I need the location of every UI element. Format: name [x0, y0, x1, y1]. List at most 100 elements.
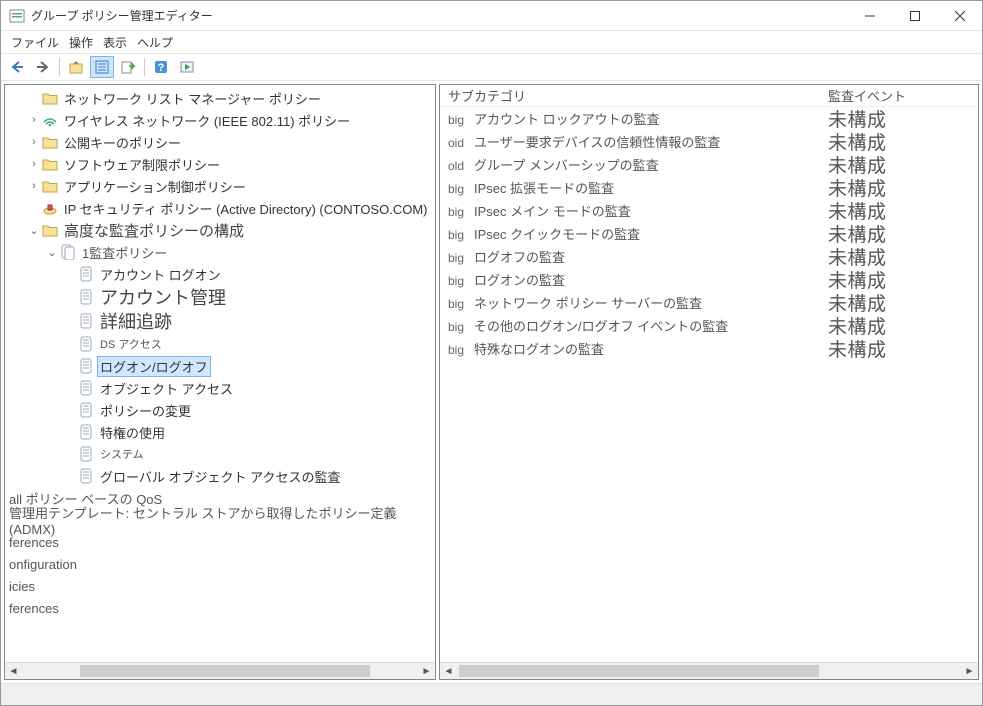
- tree-item[interactable]: › アプリケーション制御ポリシー: [5, 175, 435, 197]
- list-item[interactable]: oidユーザー要求デバイスの信頼性情報の監査未構成: [440, 130, 978, 153]
- tree-item-truncated[interactable]: ferences: [5, 597, 435, 619]
- tree-label[interactable]: 特権の使用: [97, 422, 168, 443]
- scroll-right-button[interactable]: ►: [961, 663, 978, 680]
- tree-item[interactable]: › ソフトウェア制限ポリシー: [5, 153, 435, 175]
- list-item[interactable]: bigログオフの監査未構成: [440, 245, 978, 268]
- list-item[interactable]: oldグループ メンバーシップの監査未構成: [440, 153, 978, 176]
- tree-label[interactable]: DS アクセス: [97, 335, 165, 353]
- row-prefix: big: [448, 320, 472, 334]
- play-button[interactable]: [175, 56, 199, 78]
- tree-item[interactable]: IP セキュリティ ポリシー (Active Directory) (CONTO…: [5, 197, 435, 219]
- help-button[interactable]: ?: [149, 56, 173, 78]
- scroll-right-button[interactable]: ►: [418, 663, 435, 680]
- up-button[interactable]: [64, 56, 88, 78]
- expand-icon[interactable]: ›: [27, 158, 41, 170]
- list-item[interactable]: bigアカウント ロックアウトの監査未構成: [440, 107, 978, 130]
- tree-label[interactable]: 詳細追跡: [97, 307, 175, 335]
- list-item[interactable]: bigその他のログオン/ログオフ イベントの監査未構成: [440, 314, 978, 337]
- expand-icon[interactable]: ›: [27, 136, 41, 148]
- forward-button[interactable]: [31, 56, 55, 78]
- tree-icon: [77, 380, 95, 396]
- column-audit-event[interactable]: 監査イベント: [828, 86, 978, 105]
- tree-label[interactable]: アカウント ログオン: [97, 264, 224, 285]
- tree-label[interactable]: 高度な監査ポリシーの構成: [61, 219, 247, 242]
- list-item[interactable]: bigIPsec 拡張モードの監査未構成: [440, 176, 978, 199]
- tree-icon: [41, 222, 59, 238]
- tree-item[interactable]: オブジェクト アクセス: [5, 377, 435, 399]
- row-prefix: big: [448, 182, 472, 196]
- tree-label[interactable]: 1監査ポリシー: [79, 242, 170, 263]
- tree-item-truncated[interactable]: icies: [5, 575, 435, 597]
- expand-icon[interactable]: ⌄: [27, 224, 41, 237]
- column-subcategory[interactable]: サブカテゴリ: [440, 86, 828, 105]
- tree-item[interactable]: › ワイヤレス ネットワーク (IEEE 802.11) ポリシー: [5, 109, 435, 131]
- scroll-left-button[interactable]: ◄: [5, 663, 22, 680]
- minimize-button[interactable]: [847, 1, 892, 30]
- row-prefix: big: [448, 205, 472, 219]
- tree-item[interactable]: アカウント管理: [5, 285, 435, 309]
- tree-item[interactable]: ⌄ 1監査ポリシー: [5, 241, 435, 263]
- tree-item[interactable]: システム: [5, 443, 435, 465]
- row-label: グループ メンバーシップの監査: [474, 155, 659, 174]
- tree-label[interactable]: グローバル オブジェクト アクセスの監査: [97, 466, 343, 487]
- tree-icon: [77, 266, 95, 282]
- tree-label[interactable]: ソフトウェア制限ポリシー: [61, 154, 223, 175]
- menu-action[interactable]: 操作: [65, 32, 97, 53]
- expand-icon[interactable]: ⌄: [45, 246, 59, 259]
- tree-label[interactable]: システム: [97, 445, 147, 463]
- menu-help[interactable]: ヘルプ: [133, 32, 177, 53]
- maximize-button[interactable]: [892, 1, 937, 30]
- policy-tree[interactable]: ネットワーク リスト マネージャー ポリシー › ワイヤレス ネットワーク (IEE…: [5, 85, 435, 662]
- tree-label[interactable]: ログオン/ログオフ: [97, 356, 211, 377]
- expand-icon[interactable]: ›: [27, 180, 41, 192]
- tree-label[interactable]: ネットワーク リスト マネージャー ポリシー: [61, 88, 324, 109]
- list-header[interactable]: サブカテゴリ 監査イベント: [440, 85, 978, 107]
- svg-text:?: ?: [158, 62, 165, 74]
- menu-view[interactable]: 表示: [99, 32, 131, 53]
- tree-item[interactable]: ログオン/ログオフ: [5, 355, 435, 377]
- tree-label[interactable]: アプリケーション制御ポリシー: [61, 176, 249, 197]
- hscrollbar[interactable]: ◄ ►: [440, 662, 978, 679]
- tree-item[interactable]: ⌄ 高度な監査ポリシーの構成: [5, 219, 435, 241]
- tree-item[interactable]: 特権の使用: [5, 421, 435, 443]
- tree-label[interactable]: ポリシーの変更: [97, 400, 194, 421]
- list-item[interactable]: bigIPsec クイックモードの監査未構成: [440, 222, 978, 245]
- row-prefix: big: [448, 274, 472, 288]
- tree-icon: [77, 358, 95, 374]
- toolbar-separator: [59, 58, 60, 76]
- scroll-thumb[interactable]: [459, 665, 819, 677]
- list-item[interactable]: big特殊なログオンの監査未構成: [440, 337, 978, 360]
- tree-label[interactable]: IP セキュリティ ポリシー (Active Directory) (CONTO…: [61, 198, 430, 219]
- view-list-button[interactable]: [90, 56, 114, 78]
- tree-item[interactable]: ネットワーク リスト マネージャー ポリシー: [5, 87, 435, 109]
- list-item[interactable]: bigネットワーク ポリシー サーバーの監査未構成: [440, 291, 978, 314]
- tree-label[interactable]: 公開キーのポリシー: [61, 132, 184, 153]
- tree-label[interactable]: オブジェクト アクセス: [97, 378, 236, 399]
- row-label: IPsec 拡張モードの監査: [474, 178, 614, 197]
- tree-icon: [41, 178, 59, 194]
- tree-item-truncated[interactable]: 管理用テンプレート: セントラル ストアから取得したポリシー定義 (ADMX): [5, 509, 435, 531]
- scroll-left-button[interactable]: ◄: [440, 663, 457, 680]
- row-prefix: big: [448, 297, 472, 311]
- menu-file[interactable]: ファイル: [7, 32, 63, 53]
- tree-item[interactable]: 詳細追跡: [5, 309, 435, 333]
- row-prefix: big: [448, 228, 472, 242]
- back-button[interactable]: [5, 56, 29, 78]
- tree-item[interactable]: アカウント ログオン: [5, 263, 435, 285]
- window-title: グループ ポリシー管理エディター: [31, 7, 847, 24]
- tree-item[interactable]: › 公開キーのポリシー: [5, 131, 435, 153]
- scroll-thumb[interactable]: [80, 665, 370, 677]
- tree-item[interactable]: ポリシーの変更: [5, 399, 435, 421]
- tree-label[interactable]: ワイヤレス ネットワーク (IEEE 802.11) ポリシー: [61, 110, 353, 131]
- tree-item[interactable]: DS アクセス: [5, 333, 435, 355]
- expand-icon[interactable]: ›: [27, 114, 41, 126]
- tree-pane: ネットワーク リスト マネージャー ポリシー › ワイヤレス ネットワーク (IEE…: [4, 84, 436, 680]
- row-label: ログオンの監査: [474, 270, 565, 289]
- tree-item[interactable]: グローバル オブジェクト アクセスの監査: [5, 465, 435, 487]
- export-button[interactable]: [116, 56, 140, 78]
- list-item[interactable]: bigIPsec メイン モードの監査未構成: [440, 199, 978, 222]
- close-button[interactable]: [937, 1, 982, 30]
- tree-item-truncated[interactable]: onfiguration: [5, 553, 435, 575]
- list-item[interactable]: bigログオンの監査未構成: [440, 268, 978, 291]
- hscrollbar[interactable]: ◄ ►: [5, 662, 435, 679]
